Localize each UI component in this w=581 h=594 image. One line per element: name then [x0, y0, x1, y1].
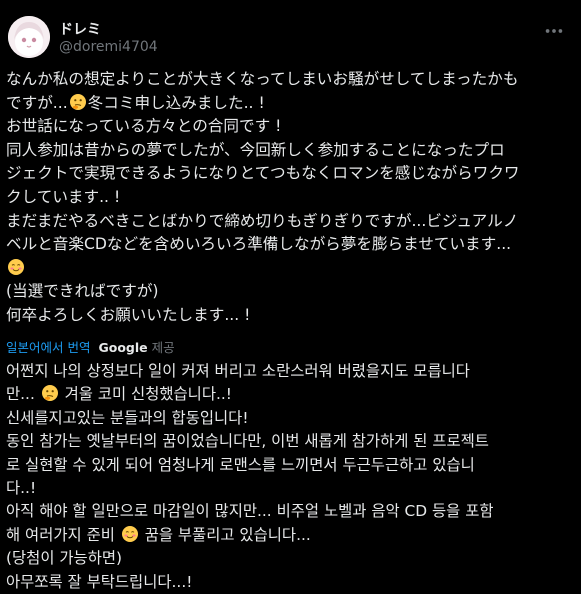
avatar[interactable]	[8, 16, 50, 58]
tweet-text-original: なんか私の想定よりことが大きくなってしまいお騒がせしてしまったかも ですが... 冬…	[6, 68, 574, 328]
line-text: 동인 참가는 옛날부터의 꿈이었습니다만, 이번 새롭게 참가하게 된 프로젝트	[6, 432, 489, 451]
tweet-header: ドレミ @doremi4704	[6, 14, 575, 60]
tweet-line: (당첨이 가능하면)	[6, 547, 574, 570]
tweet-line: クしています.. !	[6, 186, 574, 210]
tweet-line: なんか私の想定よりことが大きくなってしまいお騒がせしてしまったかも	[6, 68, 574, 92]
tweet-line: ジェクトで実現できるようになりとてつもなくロマンを感じながらワクワ	[6, 162, 574, 186]
avatar-icon	[8, 16, 50, 58]
smiling-face-emoji	[121, 525, 139, 543]
line-text: 만...	[6, 385, 40, 404]
line-text: 로 실현할 수 있게 되어 엄청나게 로맨스를 느끼면서 두근두근하고 있습니	[6, 455, 475, 474]
line-text: まだまだやるべきことばかりで締め切りもぎりぎりですが...ビジュアルノ	[6, 211, 519, 230]
user-handle[interactable]: @doremi4704	[59, 39, 158, 55]
line-text: 신세를지고있는 분들과의 합동입니다!	[6, 408, 249, 427]
line-text: (当選できればですが)	[6, 282, 159, 301]
line-text: ジェクトで実現できるようになりとてつもなくロマンを感じながらワクワ	[6, 164, 520, 183]
tweet-line: ですが... 冬コミ申し込みました.. !	[6, 92, 574, 116]
line-text: 해 여러가지 준비	[6, 525, 120, 544]
line-text: 꿈을 부풀리고 있습니다...	[139, 525, 311, 544]
translation-provider-suffix: 제공	[151, 340, 175, 355]
tweet-line: (当選できればですが)	[6, 280, 574, 304]
line-text: (당첨이 가능하면)	[6, 549, 123, 568]
translated-from-link[interactable]: 일본어에서 번역	[6, 340, 90, 355]
translation-bar: 일본어에서 번역 Google 제공	[6, 338, 175, 358]
thinking-face-emoji	[41, 384, 59, 402]
thinking-face-emoji	[69, 93, 87, 111]
line-text: 어쩐지 나의 상정보다 일이 커져 버리고 소란스러워 버렸을지도 모릅니다	[6, 362, 470, 380]
more-options-icon	[545, 29, 563, 33]
tweet-line: 아무쪼록 잘 부탁드립니다...!	[6, 571, 574, 594]
line-text: 何卒よろしくお願いいたします... !	[6, 305, 251, 324]
line-text: 아직 해야 할 일만으로 마감일이 많지만... 비주얼 노벨과 음악 CD 등…	[6, 502, 494, 521]
line-text: ですが...	[6, 93, 68, 112]
google-logo-text: Google	[98, 340, 148, 355]
tweet-line: ベルと音楽CDなどを含めいろいろ準備しながら夢を膨らませています...	[6, 233, 574, 257]
tweet-line: 아직 해야 할 일만으로 마감일이 많지만... 비주얼 노벨과 음악 CD 등…	[6, 500, 574, 523]
line-text: 同人参加は昔からの夢でしたが、今回新しく参加することになったプロ	[6, 140, 505, 159]
tweet-line: 다..!	[6, 477, 574, 500]
more-options-button[interactable]	[543, 20, 565, 42]
line-text: 아무쪼록 잘 부탁드립니다...!	[6, 572, 193, 591]
tweet-line: 로 실현할 수 있게 되어 엄청나게 로맨스를 느끼면서 두근두근하고 있습니	[6, 454, 574, 477]
line-text: クしています.. !	[6, 187, 121, 206]
line-text: ベルと音楽CDなどを含めいろいろ準備しながら夢を膨らませています...	[6, 235, 512, 254]
tweet-line: 만... 겨울 코미 신청했습니다..!	[6, 383, 574, 406]
tweet-line: 신세를지고있는 분들과의 합동입니다!	[6, 407, 574, 430]
tweet-line: 동인 참가는 옛날부터의 꿈이었습니다만, 이번 새롭게 참가하게 된 프로젝트	[6, 430, 574, 453]
smiling-face-emoji	[7, 258, 25, 276]
tweet-line: まだまだやるべきことばかりで締め切りもぎりぎりですが...ビジュアルノ	[6, 210, 574, 234]
tweet-line: 어쩐지 나의 상정보다 일이 커져 버리고 소란스러워 버렸을지도 모릅니다	[6, 360, 574, 383]
tweet-line: お世話になっている方々との合同です !	[6, 115, 574, 139]
tweet-line: 同人参加は昔からの夢でしたが、今回新しく参加することになったプロ	[6, 139, 574, 163]
line-text: 다..!	[6, 479, 37, 498]
tweet-line	[6, 257, 574, 281]
tweet-text-translated: 어쩐지 나의 상정보다 일이 커져 버리고 소란스러워 버렸을지도 모릅니다만.…	[6, 360, 574, 594]
line-text: お世話になっている方々との合同です !	[6, 117, 282, 136]
tweet-line: 해 여러가지 준비 꿈을 부풀리고 있습니다...	[6, 524, 574, 547]
display-name[interactable]: ドレミ	[59, 19, 101, 39]
line-text: 冬コミ申し込みました.. !	[87, 93, 265, 112]
tweet-line: 何卒よろしくお願いいたします... !	[6, 304, 574, 328]
line-text: なんか私の想定よりことが大きくなってしまいお騒がせしてしまったかも	[6, 70, 519, 88]
line-text: 겨울 코미 신청했습니다..!	[59, 385, 232, 404]
